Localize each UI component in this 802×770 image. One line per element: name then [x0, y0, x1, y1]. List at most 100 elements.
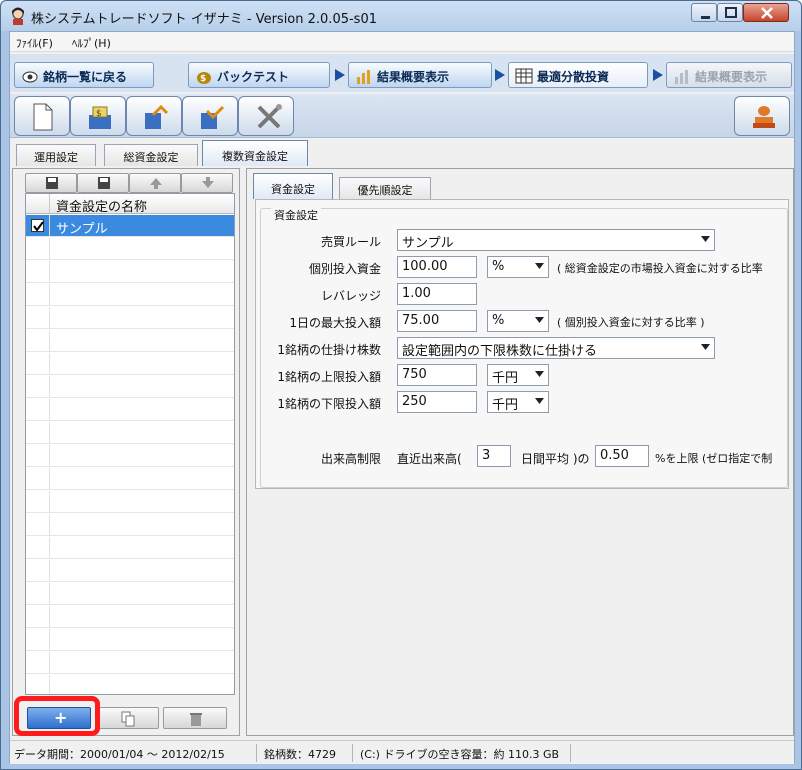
buy-sell-rule-select[interactable]: サンプル — [397, 229, 715, 251]
chevron-down-icon — [701, 344, 710, 350]
maximize-button[interactable] — [717, 3, 743, 22]
buy-sell-rule-value: サンプル — [402, 236, 454, 251]
money-icon: $ — [89, 106, 111, 129]
export-button[interactable] — [126, 96, 182, 136]
tab-operation-settings[interactable]: 運用設定 — [16, 144, 96, 166]
row-name: サンプル — [56, 222, 108, 237]
minimize-button[interactable] — [691, 3, 717, 22]
settings-tabs: 運用設定 総資金設定 複数資金設定 — [10, 140, 794, 166]
chevron-down-icon — [535, 398, 544, 404]
step-arrow-icon — [653, 69, 663, 81]
upper-limit-unit-select[interactable]: 千円 — [487, 364, 549, 386]
step-result-summary-1[interactable]: 結果概要表示 — [348, 62, 492, 88]
bag-icon: $ — [197, 72, 211, 84]
leverage-input[interactable]: 1.00 — [397, 283, 477, 305]
new-button[interactable] — [14, 96, 70, 136]
menu-bar: ﾌｧｲﾙ(F) ﾍﾙﾌﾟ(H) — [10, 32, 794, 52]
volume-ratio-input[interactable]: 0.50 — [595, 445, 649, 467]
grid-icon — [515, 68, 533, 84]
shares-per-stock-label: 1銘柄の仕掛け株数 — [277, 343, 381, 357]
app-window: 株システムトレードソフト イザナミ - Version 2.0.05-s01 ﾌ… — [0, 0, 802, 770]
daily-max-unit: % — [492, 313, 505, 328]
menu-file[interactable]: ﾌｧｲﾙ(F) — [16, 35, 53, 51]
chart-icon — [675, 70, 688, 84]
group-title: 資金設定 — [271, 207, 321, 223]
fund-detail-panel: 資金設定 優先順設定 資金設定 売買ルール サンプル 個別投入資金 100.00… — [246, 168, 794, 736]
fund-button[interactable]: $ — [70, 96, 126, 136]
step-backtest[interactable]: $ バックテスト — [188, 62, 330, 88]
grid-header-name: 資金設定の名称 — [56, 200, 148, 215]
copy-fund-button[interactable] — [95, 707, 159, 729]
import-button[interactable] — [182, 96, 238, 136]
volume-limit-suffix: %を上限 (ゼロ指定で制 — [655, 452, 773, 465]
check-icon — [33, 221, 44, 232]
table-row[interactable]: サンプル — [26, 215, 234, 237]
volume-limit-mid: 日間平均 )の — [521, 452, 590, 466]
daily-max-input[interactable]: 75.00 — [397, 310, 477, 332]
daily-max-note: ( 個別投入資金に対する比率 ) — [557, 316, 705, 329]
shares-per-stock-value: 設定範囲内の下限株数に仕掛ける — [402, 344, 598, 359]
svg-text:$: $ — [96, 109, 102, 119]
daily-max-unit-select[interactable]: % — [487, 310, 549, 332]
add-button-highlight — [14, 696, 100, 736]
move-up-button[interactable] — [129, 173, 181, 193]
volume-limit-label: 出来高制限 — [320, 452, 381, 466]
row-checkbox[interactable] — [31, 219, 44, 232]
title-bar[interactable]: 株システムトレードソフト イザナミ - Version 2.0.05-s01 — [1, 1, 801, 31]
app-logo-icon — [12, 7, 24, 25]
menu-help[interactable]: ﾍﾙﾌﾟ(H) — [72, 35, 111, 51]
individual-invest-input[interactable]: 100.00 — [397, 256, 477, 278]
step-optimal-diversification[interactable]: 最適分散投資 — [508, 62, 648, 88]
tab-multi-fund-settings[interactable]: 複数資金設定 — [202, 140, 308, 166]
minimize-icon — [701, 16, 710, 19]
individual-invest-unit: % — [492, 259, 505, 274]
upper-limit-input[interactable]: 750 — [397, 364, 477, 386]
maximize-icon — [725, 7, 737, 18]
daily-max-label: 1日の最大投入額 — [289, 316, 381, 330]
trash-icon — [190, 713, 202, 726]
step-arrow-icon — [335, 69, 345, 81]
tab-priority-settings[interactable]: 優先順設定 — [339, 177, 431, 199]
shares-per-stock-select[interactable]: 設定範囲内の下限株数に仕掛ける — [397, 337, 715, 359]
step-arrow-icon — [495, 69, 505, 81]
save-down-button[interactable] — [77, 173, 129, 193]
close-icon — [761, 7, 773, 19]
chart-icon — [357, 70, 370, 84]
arrow-up-icon — [150, 178, 162, 189]
save-up-button[interactable] — [25, 173, 77, 193]
tools-button[interactable] — [238, 96, 294, 136]
step-label: 銘柄一覧に戻る — [43, 70, 128, 84]
fund-detail-tabs: 資金設定 優先順設定 — [253, 173, 553, 199]
chevron-down-icon — [535, 263, 544, 269]
grid-header-check-column — [26, 194, 50, 214]
tools-icon — [257, 104, 282, 129]
individual-invest-unit-select[interactable]: % — [487, 256, 549, 278]
volume-days-input[interactable]: 3 — [477, 445, 511, 467]
lower-limit-input[interactable]: 250 — [397, 391, 477, 413]
close-button[interactable] — [743, 3, 789, 22]
status-disk-free: (C:) ドライブの空き容量：約 110.3 GB — [360, 748, 560, 761]
new-document-icon — [33, 103, 53, 131]
fund-list-panel: 資金設定の名称 サンプル + — [12, 168, 240, 736]
import-icon — [201, 105, 225, 129]
step-back-to-list[interactable]: 銘柄一覧に戻る — [14, 62, 154, 88]
arrow-down-icon — [202, 177, 214, 188]
chevron-down-icon — [535, 317, 544, 323]
svg-text:$: $ — [200, 74, 206, 84]
volume-limit-prefix: 直近出来高( — [397, 452, 462, 466]
tab-fund-settings[interactable]: 資金設定 — [253, 173, 333, 199]
tab-total-fund-settings[interactable]: 総資金設定 — [104, 144, 198, 166]
step-label: 最適分散投資 — [537, 70, 610, 84]
stamp-button[interactable] — [734, 96, 790, 136]
step-label: 結果概要表示 — [695, 70, 768, 84]
delete-fund-button[interactable] — [163, 707, 227, 729]
client-area: ﾌｧｲﾙ(F) ﾍﾙﾌﾟ(H) 銘柄一覧に戻る $ バックテスト 結果概要表示 … — [9, 31, 795, 764]
step-label: バックテスト — [217, 70, 290, 84]
lower-limit-unit-select[interactable]: 千円 — [487, 391, 549, 413]
grid-header: 資金設定の名称 — [26, 194, 234, 215]
move-down-button[interactable] — [181, 173, 233, 193]
save-icon — [98, 177, 110, 189]
copy-icon — [121, 711, 135, 727]
status-bar: データ期間：2000/01/04 ～ 2012/02/15 銘柄数：4729 (… — [10, 740, 794, 764]
save-icon — [46, 177, 58, 189]
